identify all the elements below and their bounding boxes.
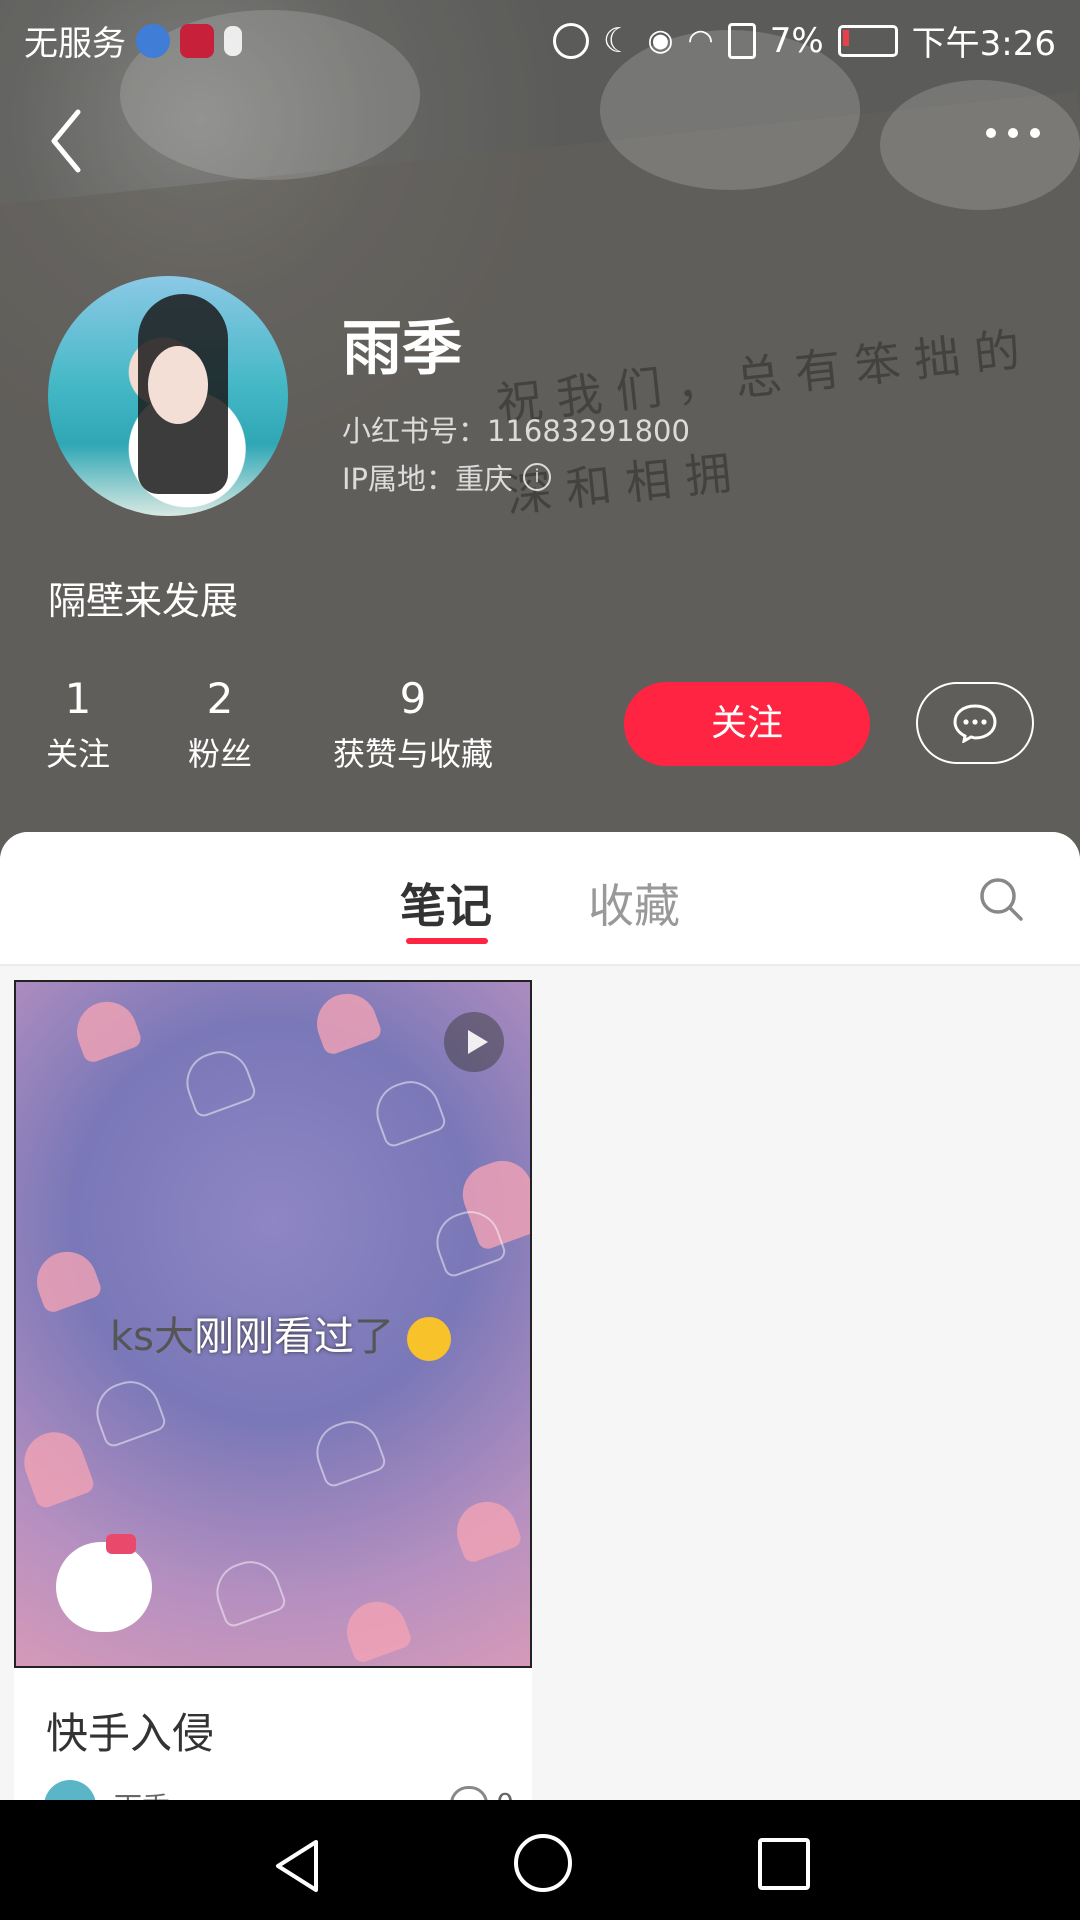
note-thumbnail[interactable]: ks大刚刚看过了 — [14, 980, 532, 1668]
search-button[interactable] — [978, 876, 1024, 922]
tab-notes[interactable]: 笔记 — [400, 870, 492, 936]
red-id: 小红书号：11683291800 — [342, 414, 690, 448]
system-back-button[interactable] — [272, 1838, 322, 1898]
ip-location: IP属地：重庆 i — [342, 456, 552, 498]
status-bar: 无服务 ☾ ◉ ◠ 7% 下午3:26 — [0, 0, 1080, 76]
system-nav-bar — [0, 1800, 1080, 1920]
caption-ghost-tail: 了 — [354, 1314, 395, 1360]
browser-icon — [136, 23, 170, 58]
more-dot — [1030, 128, 1040, 138]
caption-ghost: ks大 — [110, 1314, 195, 1360]
decor-heart — [28, 1243, 104, 1315]
eye-icon: ◉ — [647, 23, 674, 58]
stat-number: 9 — [399, 674, 427, 723]
system-home-button[interactable] — [514, 1834, 572, 1892]
note-footer: 雨季 0 — [44, 1780, 514, 1800]
caption-text: 刚刚看过 — [194, 1314, 355, 1360]
decor-heart — [88, 1372, 168, 1450]
stat-label: 粉丝 — [187, 735, 252, 773]
author-avatar[interactable] — [44, 1780, 96, 1800]
note-card[interactable]: ks大刚刚看过了 快手入侵 雨季 0 — [14, 980, 532, 1800]
like-button[interactable]: 0 — [450, 1786, 514, 1800]
tab-collections[interactable]: 收藏 — [588, 870, 680, 936]
battery-percent: 7% — [769, 20, 824, 61]
decor-heart — [448, 1493, 524, 1565]
search-icon — [980, 878, 1023, 921]
decor-heart — [308, 1412, 388, 1490]
wifi-icon: ◠ — [687, 23, 714, 58]
laughing-emoji-icon — [406, 1317, 451, 1361]
decor-heart — [308, 985, 384, 1057]
active-tab-indicator — [406, 938, 488, 944]
chat-bubble-icon — [953, 704, 997, 743]
like-count: 0 — [496, 1787, 514, 1801]
tab-bar: 笔记 收藏 — [0, 832, 1080, 966]
triangle-back-icon — [276, 1840, 318, 1892]
decor-heart — [208, 1552, 288, 1630]
decor-heart — [368, 1072, 448, 1150]
decor-heart — [68, 993, 144, 1065]
stat-label: 关注 — [45, 735, 110, 773]
hello-kitty-sticker — [56, 1534, 152, 1632]
stat-following[interactable]: 1 关注 — [44, 674, 112, 775]
back-button[interactable] — [44, 106, 92, 176]
record-icon — [180, 23, 214, 58]
heart-icon — [450, 1786, 489, 1800]
author-name[interactable]: 雨季 — [114, 1786, 170, 1800]
play-icon — [444, 1012, 504, 1072]
avatar[interactable] — [48, 276, 288, 516]
stat-label: 获赞与收藏 — [332, 735, 493, 773]
battery-icon — [837, 24, 898, 57]
stat-followers[interactable]: 2 粉丝 — [186, 674, 254, 775]
note-title: 快手入侵 — [46, 1709, 215, 1758]
more-dots-icon — [986, 128, 996, 138]
ip-location-text: IP属地：重庆 — [342, 462, 514, 496]
kitty-bow — [106, 1534, 136, 1554]
avatar-face — [148, 346, 208, 424]
profile-name: 雨季 — [342, 314, 462, 384]
thumbnail-caption: ks大刚刚看过了 — [110, 1304, 451, 1362]
decor-heart — [338, 1593, 414, 1665]
stat-number: 2 — [206, 674, 234, 723]
more-dot — [1008, 128, 1018, 138]
storage-icon — [224, 25, 242, 56]
more-button[interactable] — [986, 128, 1040, 138]
system-recents-button[interactable] — [758, 1838, 810, 1890]
stat-likes-collects[interactable]: 9 获赞与收藏 — [330, 674, 496, 775]
carrier-text: 无服务 — [24, 24, 126, 64]
stat-number: 1 — [64, 674, 92, 723]
data-icon — [552, 22, 589, 59]
profile-bio: 隔壁来发展 — [48, 579, 239, 623]
decor-heart — [178, 1042, 258, 1120]
decor-heart — [16, 1423, 97, 1511]
message-button[interactable] — [916, 682, 1034, 764]
clock: 下午3:26 — [911, 24, 1056, 64]
moon-icon: ☾ — [602, 20, 634, 61]
notes-panel: 笔记 收藏 ks大刚刚看过了 快手入侵 — [0, 832, 1080, 1800]
chevron-left-icon — [51, 109, 81, 173]
sim-alert-icon — [727, 22, 756, 59]
info-icon[interactable]: i — [523, 463, 552, 491]
follow-button[interactable]: 关注 — [624, 682, 870, 766]
